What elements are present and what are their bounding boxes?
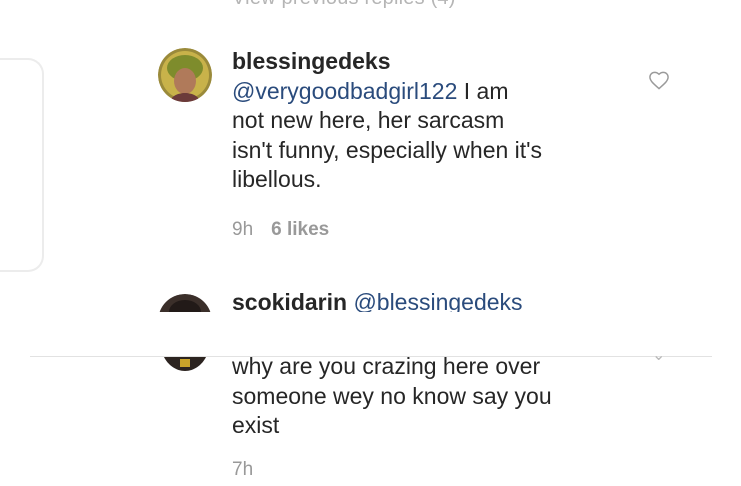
comment-text-line: not new here, her sarcasm	[232, 107, 505, 133]
avatar[interactable]	[158, 48, 212, 102]
avatar-sliver	[158, 357, 212, 373]
comment-text-line: someone wey no know say you	[232, 382, 552, 409]
comment-text-line: libellous.	[232, 166, 322, 192]
comment-timestamp: 7h	[232, 459, 254, 480]
side-card-edge	[0, 58, 44, 272]
comment-likes-count[interactable]: 6 likes	[271, 219, 329, 240]
comment-meta: 7h	[232, 459, 253, 481]
heart-outline-icon[interactable]	[648, 70, 670, 95]
comment-username[interactable]: blessingedeks	[232, 48, 391, 74]
comment-timestamp: 9h	[232, 219, 254, 240]
comment-text-line: exist	[232, 412, 280, 438]
comment-text-line: isn't funny, especially when it's	[232, 136, 543, 163]
screenshot-seam	[0, 312, 741, 356]
comment-mention-link[interactable]: @verygoodbadgirl122	[232, 78, 457, 104]
view-previous-replies[interactable]: View previous replies (4)	[232, 0, 456, 10]
comment-body: blessingedeks @verygoodbadgirl122 I am n…	[232, 47, 612, 195]
comment-text-line: why are you crazing here over	[232, 353, 541, 379]
comment-text-line: I am	[457, 77, 509, 104]
comment-body: why are you crazing here over someone we…	[232, 352, 672, 441]
comment-meta: 9h 6 likes	[232, 219, 329, 241]
